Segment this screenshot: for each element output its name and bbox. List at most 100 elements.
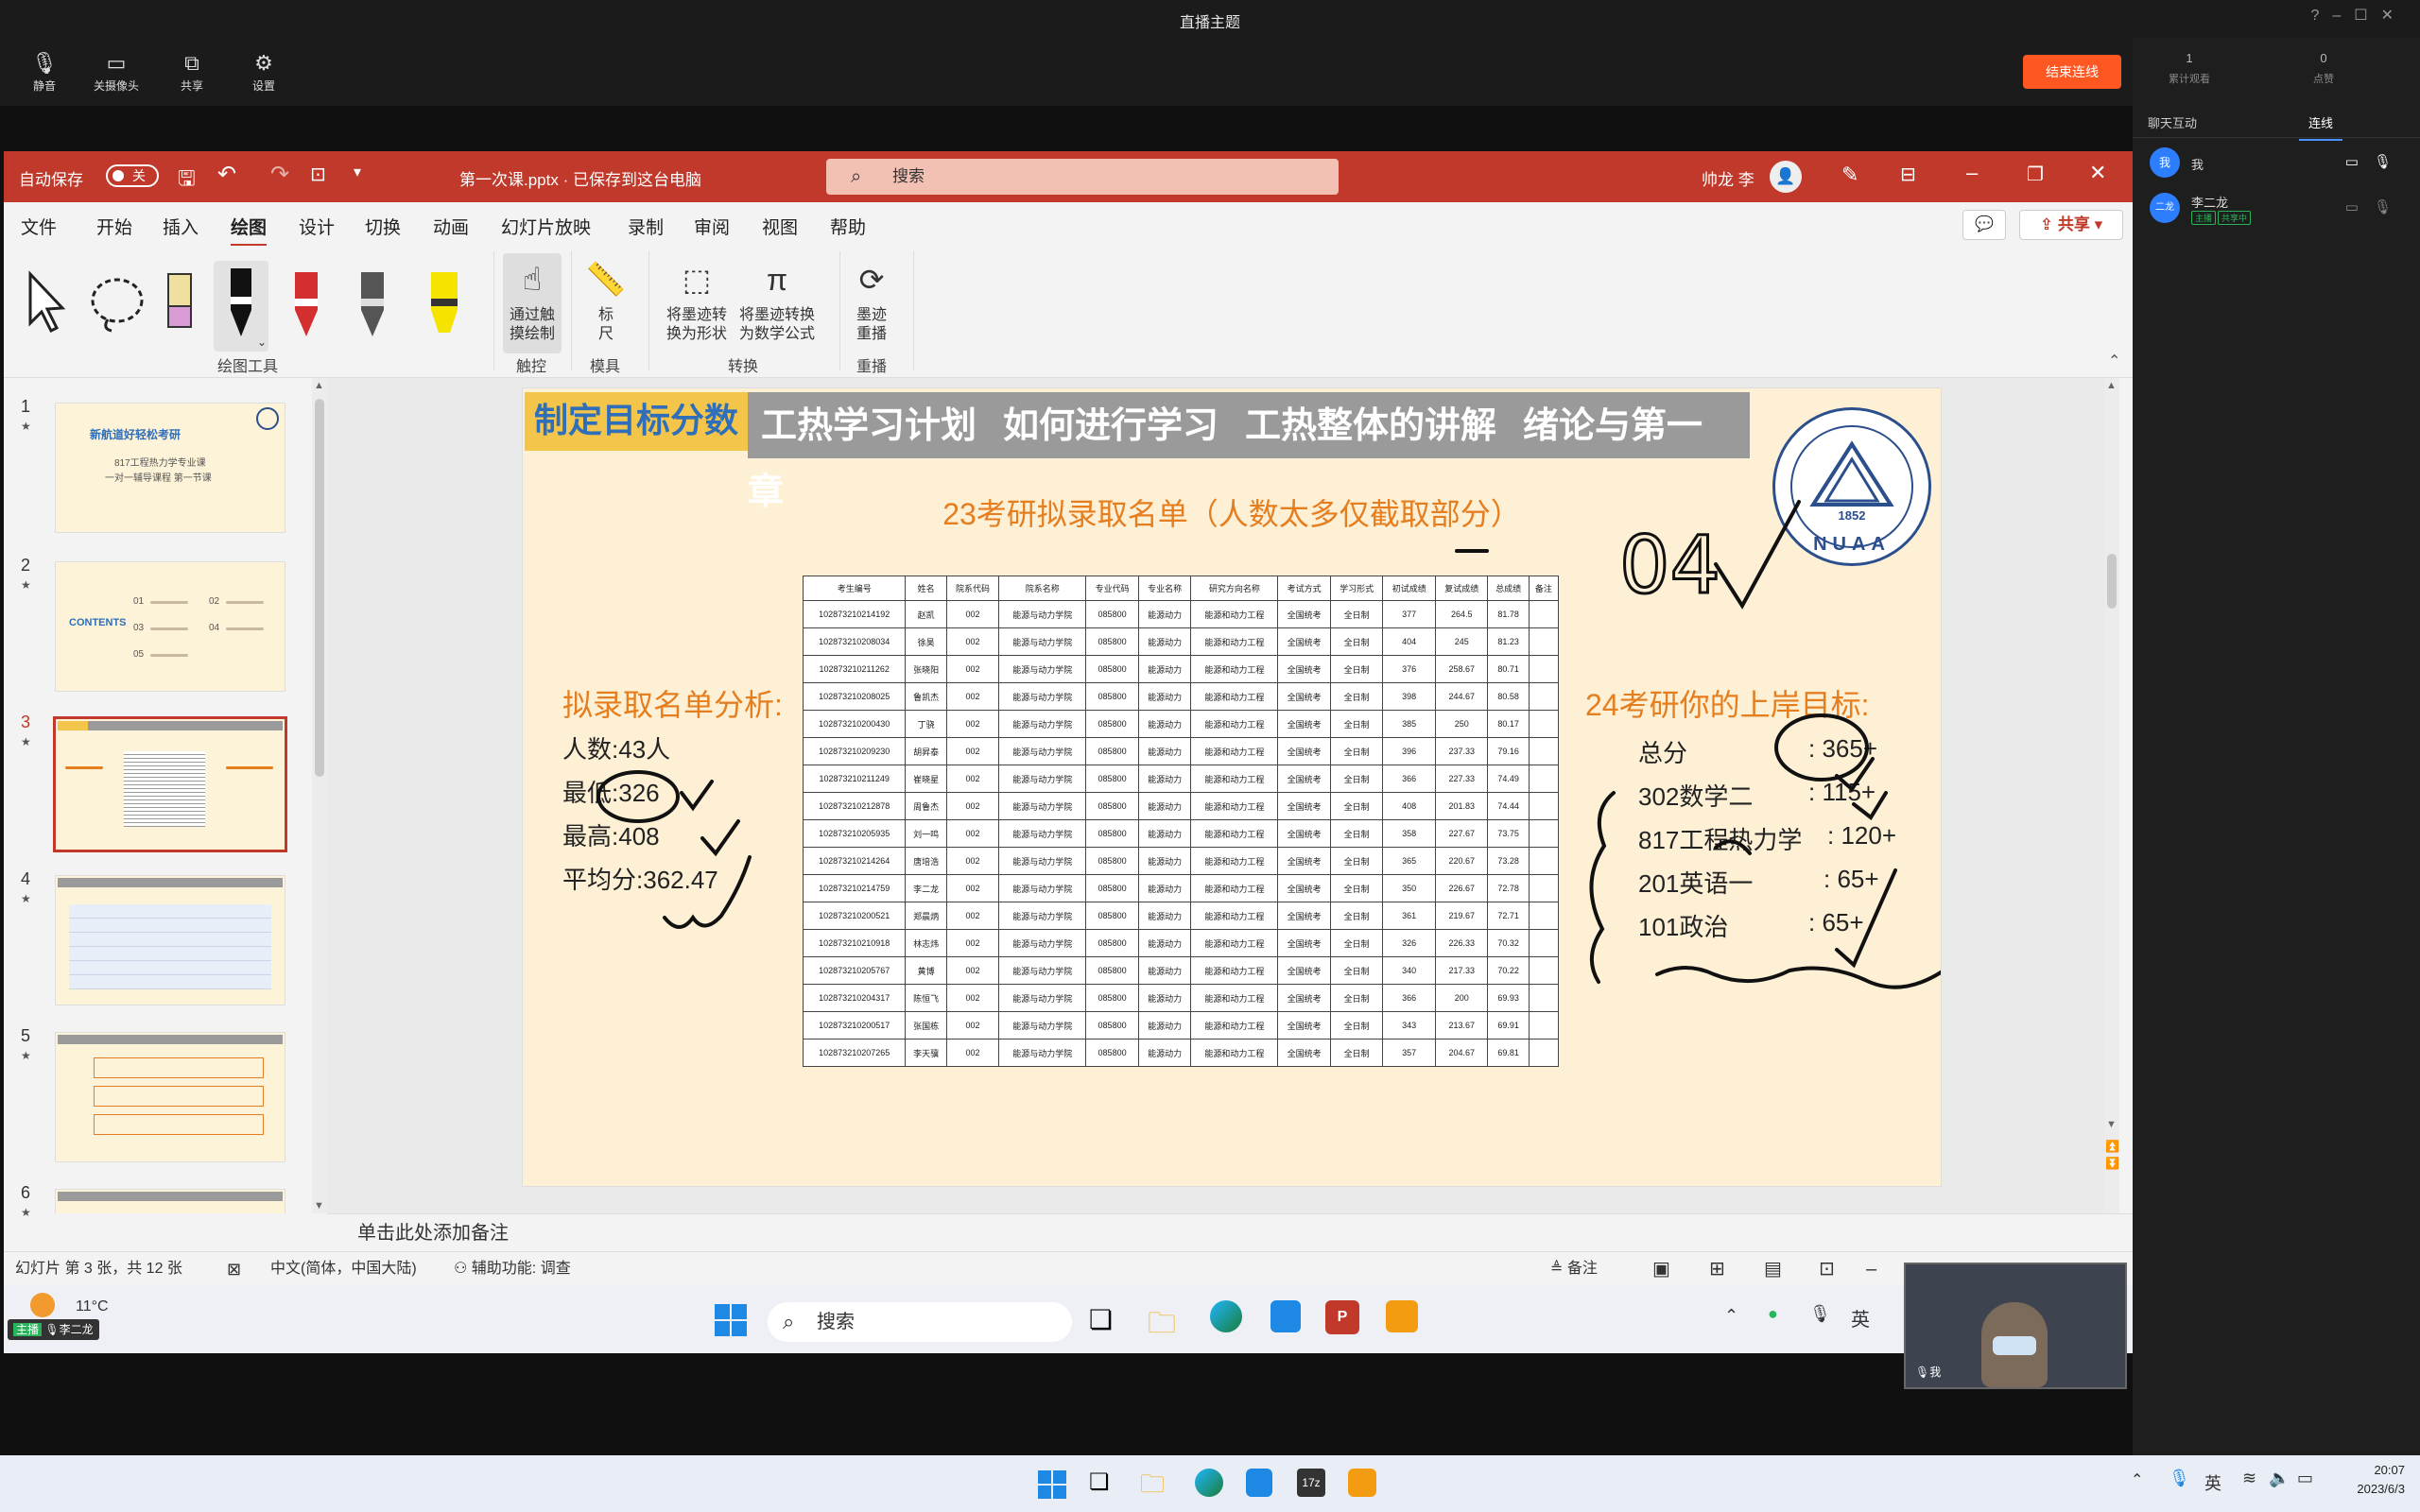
tab-transitions[interactable]: 切换 [365,214,401,239]
tab-chat[interactable]: 聊天互动 [2148,113,2197,131]
maximize-icon[interactable]: ☐ [2354,8,2380,24]
windows-start-icon[interactable] [1038,1470,1066,1499]
ribbon-display-icon[interactable]: ⊟ [1900,163,1916,186]
ime-indicator[interactable]: 英 [2204,1470,2221,1495]
present-icon[interactable]: ⊡ [310,163,326,186]
restore-icon[interactable]: ❐ [2027,163,2044,186]
slide-thumbnail[interactable] [55,875,285,1005]
autosave-toggle[interactable]: 关 [106,164,159,187]
slide-thumbnail[interactable] [55,1189,285,1213]
slide-scrollbar[interactable]: ▲ ▼ ⏫ ⏬ [2104,378,2119,1213]
scroll-down-icon[interactable]: ▼ [2106,1119,2117,1130]
edge-browser-icon[interactable] [1195,1469,1223,1497]
tab-help[interactable]: 帮助 [830,214,866,239]
close-icon[interactable]: ✕ [2381,8,2407,24]
tab-connect[interactable]: 连线 [2298,113,2343,141]
camera-icon[interactable]: ▭ [2345,154,2374,170]
ink-to-shape-button[interactable]: ⬚ 将墨迹转换为形状 [660,253,734,344]
settings-button[interactable]: ⚙ 设置 [231,49,297,94]
tab-record[interactable]: 录制 [628,214,664,239]
tab-insert[interactable]: 插入 [163,214,199,239]
language-status[interactable]: 中文(简体，中国大陆) [270,1252,417,1285]
powerpoint-icon[interactable]: P [1325,1300,1359,1334]
close-icon[interactable]: ✕ [2089,161,2106,185]
clock-date[interactable]: 2023/6/3 [2327,1482,2405,1496]
ink-to-math-button[interactable]: π 将墨迹转换为数学公式 [735,253,819,344]
window-controls[interactable]: ?–☐✕ [2310,6,2407,25]
microphone-icon[interactable]: 🎙 [2374,154,2407,170]
task-view-icon[interactable]: ❏ [1089,1469,1110,1496]
scroll-thumb[interactable] [2107,554,2117,609]
microphone-icon[interactable]: 🎙 [2169,1469,2190,1488]
app-icon[interactable] [1270,1300,1301,1332]
slide-sorter-icon[interactable]: ⊞ [1709,1252,1725,1285]
ime-indicator[interactable]: 英 [1851,1304,1870,1332]
ink-replay-button[interactable]: ⟳ 墨迹重播 [851,253,892,344]
slide-canvas[interactable]: 制定目标分数 工热学习计划 如何进行学习 工热整体的讲解 绪论与第一章 23考研拟录取… [522,387,1942,1187]
spellcheck-icon[interactable]: ⊠ [227,1252,241,1285]
calculator-icon[interactable]: 17z [1297,1469,1325,1497]
minimize-icon[interactable]: – [1966,161,1978,185]
user-row-lierlong[interactable]: 二龙 李二龙 主播 共享中 ▭🎙 [2150,191,2414,229]
camera-icon[interactable]: ▭ [2345,199,2374,215]
file-explorer-icon[interactable]: 🗀 [1148,1302,1176,1350]
thumbnail-scrollbar[interactable]: ▲ ▼ [312,378,327,1213]
scroll-up-icon[interactable]: ▲ [2106,380,2117,391]
notes-pane[interactable]: 单击此处添加备注 [327,1213,2133,1251]
file-explorer-icon[interactable]: 🗀 [1140,1467,1165,1508]
next-slide-icon[interactable]: ⏬ [2105,1157,2119,1170]
normal-view-icon[interactable]: ▣ [1652,1252,1670,1285]
slide-thumbnail-selected[interactable] [53,716,287,852]
select-arrow-icon[interactable] [23,270,66,333]
chevron-up-icon[interactable]: ⌃ [1724,1306,1738,1326]
search-input[interactable]: ⌕ 搜索 [826,159,1339,195]
wifi-icon[interactable]: ≋ [2242,1469,2256,1488]
slideshow-icon[interactable]: ⊡ [1819,1252,1835,1285]
app-icon[interactable] [1386,1300,1418,1332]
share-button[interactable]: ⇪ 共享 ▾ [2019,210,2123,240]
prev-slide-icon[interactable]: ⏫ [2105,1140,2119,1153]
ruler-button[interactable]: 📏 标尺 [582,253,630,344]
redo-icon[interactable]: ↷ [270,161,289,188]
scroll-up-icon[interactable]: ▲ [314,380,324,391]
edge-browser-icon[interactable] [1210,1300,1242,1332]
share-screen-button[interactable]: ⧉ 共享 [159,49,225,94]
lasso-select-icon[interactable] [87,274,149,335]
file-name[interactable]: 第一次课.pptx · 已保存到这台电脑 [459,166,701,190]
tab-view[interactable]: 视图 [762,214,798,239]
pen-icon[interactable]: ✎ [1841,163,1858,187]
user-row-me[interactable]: 我 我 ▭🎙 [2150,146,2414,183]
pen-gray-icon[interactable] [354,266,391,342]
reading-view-icon[interactable]: ▤ [1764,1252,1782,1285]
slide-thumbnail[interactable]: CONTENTS 01 02 03 04 05 [55,561,285,692]
user-name[interactable]: 帅龙 李 [1702,166,1754,190]
comments-icon[interactable]: 💬 [1962,210,2006,240]
tab-review[interactable]: 审阅 [694,214,730,239]
undo-icon[interactable]: ↶ [217,161,236,188]
camera-off-button[interactable]: ▭ 关摄像头 [83,49,149,94]
save-icon[interactable]: 🖫 [178,163,196,198]
slide-thumbnail[interactable]: 新航道好轻松考研 817工程热力学专业课 一对一辅导课程 第一节课 [55,403,285,533]
app-icon[interactable] [1246,1469,1272,1497]
end-connection-button[interactable]: 结束连线 [2023,55,2121,89]
highlighter-purple-icon[interactable] [163,266,197,338]
tab-animations[interactable]: 动画 [433,214,469,239]
minimize-icon[interactable]: – [2332,8,2354,24]
pen-black-tool[interactable]: ⌄ [214,261,268,352]
tab-draw[interactable]: 绘图 [231,214,268,247]
tab-design[interactable]: 设计 [299,214,335,239]
chevron-up-icon[interactable]: ⌃ [2131,1470,2143,1489]
collapse-ribbon-icon[interactable]: ⌃ [2108,352,2120,370]
help-icon[interactable]: ? [2310,8,2332,24]
avatar[interactable]: 👤 [1770,161,1802,193]
pen-red-icon[interactable] [287,266,325,342]
battery-icon[interactable]: ▭ [2297,1469,2313,1488]
microphone-icon[interactable]: 🎙 [2374,199,2407,215]
tab-home[interactable]: 开始 [96,214,132,239]
clock-time[interactable]: 20:07 [2337,1463,2405,1477]
wechat-icon[interactable]: ● [1768,1304,1778,1324]
app-icon[interactable] [1348,1469,1376,1497]
accessibility-status[interactable]: ⚇ 辅助功能: 调查 [454,1252,571,1285]
windows-start-icon[interactable] [715,1304,747,1336]
mute-button[interactable]: 🎙 静音 [11,49,78,94]
